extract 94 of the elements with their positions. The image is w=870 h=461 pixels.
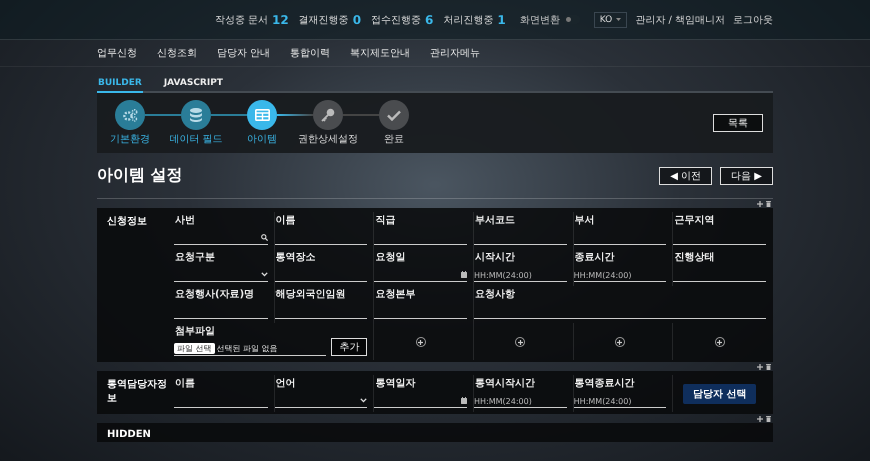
counter-value: 0 bbox=[352, 12, 362, 26]
nav-menu-item[interactable]: 신청조회 bbox=[157, 46, 197, 60]
counter-value: 1 bbox=[497, 12, 506, 26]
step-circle[interactable] bbox=[247, 100, 277, 130]
field-label: 시작시간 bbox=[474, 251, 516, 264]
field-label: 직급 bbox=[374, 214, 396, 227]
previous-button[interactable]: ◀ 이전 bbox=[659, 166, 712, 184]
file-status-text: 선택된 파일 없음 bbox=[216, 342, 278, 354]
step-label: 기본환경 bbox=[110, 133, 150, 146]
trash-icon[interactable] bbox=[766, 200, 771, 206]
tab[interactable]: JAVASCRIPT bbox=[162, 78, 224, 93]
field-label: 통역종료시간 bbox=[574, 377, 636, 390]
field-label: 이름 bbox=[174, 377, 196, 390]
table-icon bbox=[254, 109, 270, 121]
database-icon bbox=[190, 108, 202, 122]
add-button[interactable] bbox=[614, 337, 625, 347]
key-icon bbox=[321, 108, 335, 122]
date-field[interactable] bbox=[374, 394, 467, 408]
field-label: 사번 bbox=[174, 214, 196, 227]
logout-link[interactable]: 로그아웃 bbox=[733, 12, 773, 26]
trash-icon[interactable] bbox=[766, 416, 771, 422]
nav-menu-item[interactable]: 관리자메뉴 bbox=[430, 46, 480, 60]
add-button[interactable] bbox=[416, 337, 426, 347]
list-button[interactable]: 목록 bbox=[713, 114, 763, 132]
section-title: 신청정보 bbox=[107, 215, 148, 229]
field-label: 요청구분 bbox=[174, 251, 216, 264]
chevron-icon bbox=[360, 398, 368, 403]
add-button[interactable]: 추가 bbox=[331, 338, 368, 356]
check-icon bbox=[387, 110, 401, 120]
field-label: 요청일 bbox=[374, 251, 406, 264]
add-button[interactable] bbox=[515, 337, 526, 347]
time-field[interactable]: HH:MM(24:00) bbox=[474, 395, 567, 408]
plus-icon bbox=[418, 340, 424, 344]
time-field[interactable]: HH:MM(24:00) bbox=[474, 269, 567, 282]
field-label: 근무지역 bbox=[673, 214, 716, 227]
caret-icon bbox=[616, 18, 622, 21]
field-label: 진행상태 bbox=[673, 251, 716, 264]
user-role: 관리자 / 책임매니저 bbox=[635, 14, 725, 26]
step-label: 완료 bbox=[384, 133, 404, 146]
plus-icon bbox=[617, 340, 622, 344]
step-label: 데이터 필드 bbox=[169, 133, 223, 146]
field-label: 요청행사(자료)명 bbox=[174, 288, 256, 301]
step-circle[interactable] bbox=[379, 100, 409, 130]
plus-icon[interactable] bbox=[757, 200, 763, 206]
nav-menu-item[interactable]: 담당자 안내 bbox=[217, 46, 270, 60]
search-field[interactable] bbox=[174, 231, 268, 245]
search-icon bbox=[260, 234, 268, 241]
step-circle[interactable] bbox=[115, 100, 145, 130]
file-field[interactable]: 파일 선택 선택된 파일 없음 bbox=[174, 341, 326, 356]
field-label: 통역장소 bbox=[274, 251, 317, 264]
counter-label: 처리진행중 bbox=[443, 14, 494, 26]
choose-file-button[interactable]: 파일 선택 bbox=[174, 342, 215, 354]
step-circle[interactable] bbox=[181, 100, 211, 130]
field-label: 부서코드 bbox=[474, 214, 516, 227]
section-title: 통역담당자정보 bbox=[107, 378, 168, 406]
field-label: 종료시간 bbox=[574, 251, 616, 264]
nav-menu-item[interactable]: 통합이력 bbox=[290, 46, 330, 60]
field-label: 부서 bbox=[574, 214, 596, 227]
chevron-icon bbox=[260, 272, 268, 277]
counter-label: 접수진행중 bbox=[371, 14, 422, 26]
step-label: 권한상세설정 bbox=[298, 133, 358, 146]
toggle-label: 화면변환 bbox=[520, 14, 560, 26]
counter-label: 결재진행중 bbox=[298, 14, 349, 26]
trash-icon[interactable] bbox=[766, 364, 771, 370]
step-label: 아이템 bbox=[247, 133, 277, 146]
counter-value: 12 bbox=[272, 12, 289, 26]
field-label: 첨부파일 bbox=[174, 325, 216, 338]
counter-value: 6 bbox=[425, 12, 434, 26]
field-label: 이름 bbox=[274, 214, 297, 227]
field-label: 언어 bbox=[274, 377, 297, 390]
nav-menu-item[interactable]: 복지제도안내 bbox=[350, 46, 410, 60]
time-field[interactable]: HH:MM(24:00) bbox=[574, 269, 666, 282]
date-field[interactable] bbox=[374, 268, 467, 282]
field-label: 통역시작시간 bbox=[474, 377, 536, 390]
plus-icon bbox=[717, 340, 722, 344]
step-circle[interactable] bbox=[313, 100, 343, 130]
counter-label: 작성중 문서 bbox=[214, 14, 268, 26]
plus-icon[interactable] bbox=[757, 364, 763, 370]
plus-icon[interactable] bbox=[757, 416, 763, 422]
field-label: 통역일자 bbox=[374, 377, 416, 390]
field-label: 요청사항 bbox=[474, 288, 516, 301]
field-label: 해당외국인임원 bbox=[274, 288, 347, 301]
nav-menu-item[interactable]: 업무신청 bbox=[97, 46, 137, 60]
time-field[interactable]: HH:MM(24:00) bbox=[574, 395, 666, 408]
section-title: HIDDEN bbox=[107, 428, 152, 440]
select-assignee-button[interactable]: 담당자 선택 bbox=[682, 384, 756, 404]
next-button[interactable]: 다음 ▶ bbox=[720, 166, 773, 184]
calendar-icon bbox=[460, 271, 467, 278]
add-button[interactable] bbox=[714, 337, 725, 347]
field-label: 요청본부 bbox=[374, 288, 416, 301]
plus-icon bbox=[518, 340, 523, 344]
page-title: 아이템 설정 bbox=[97, 165, 183, 186]
language-dropdown[interactable]: KO bbox=[594, 12, 628, 28]
calendar-icon bbox=[460, 397, 467, 404]
